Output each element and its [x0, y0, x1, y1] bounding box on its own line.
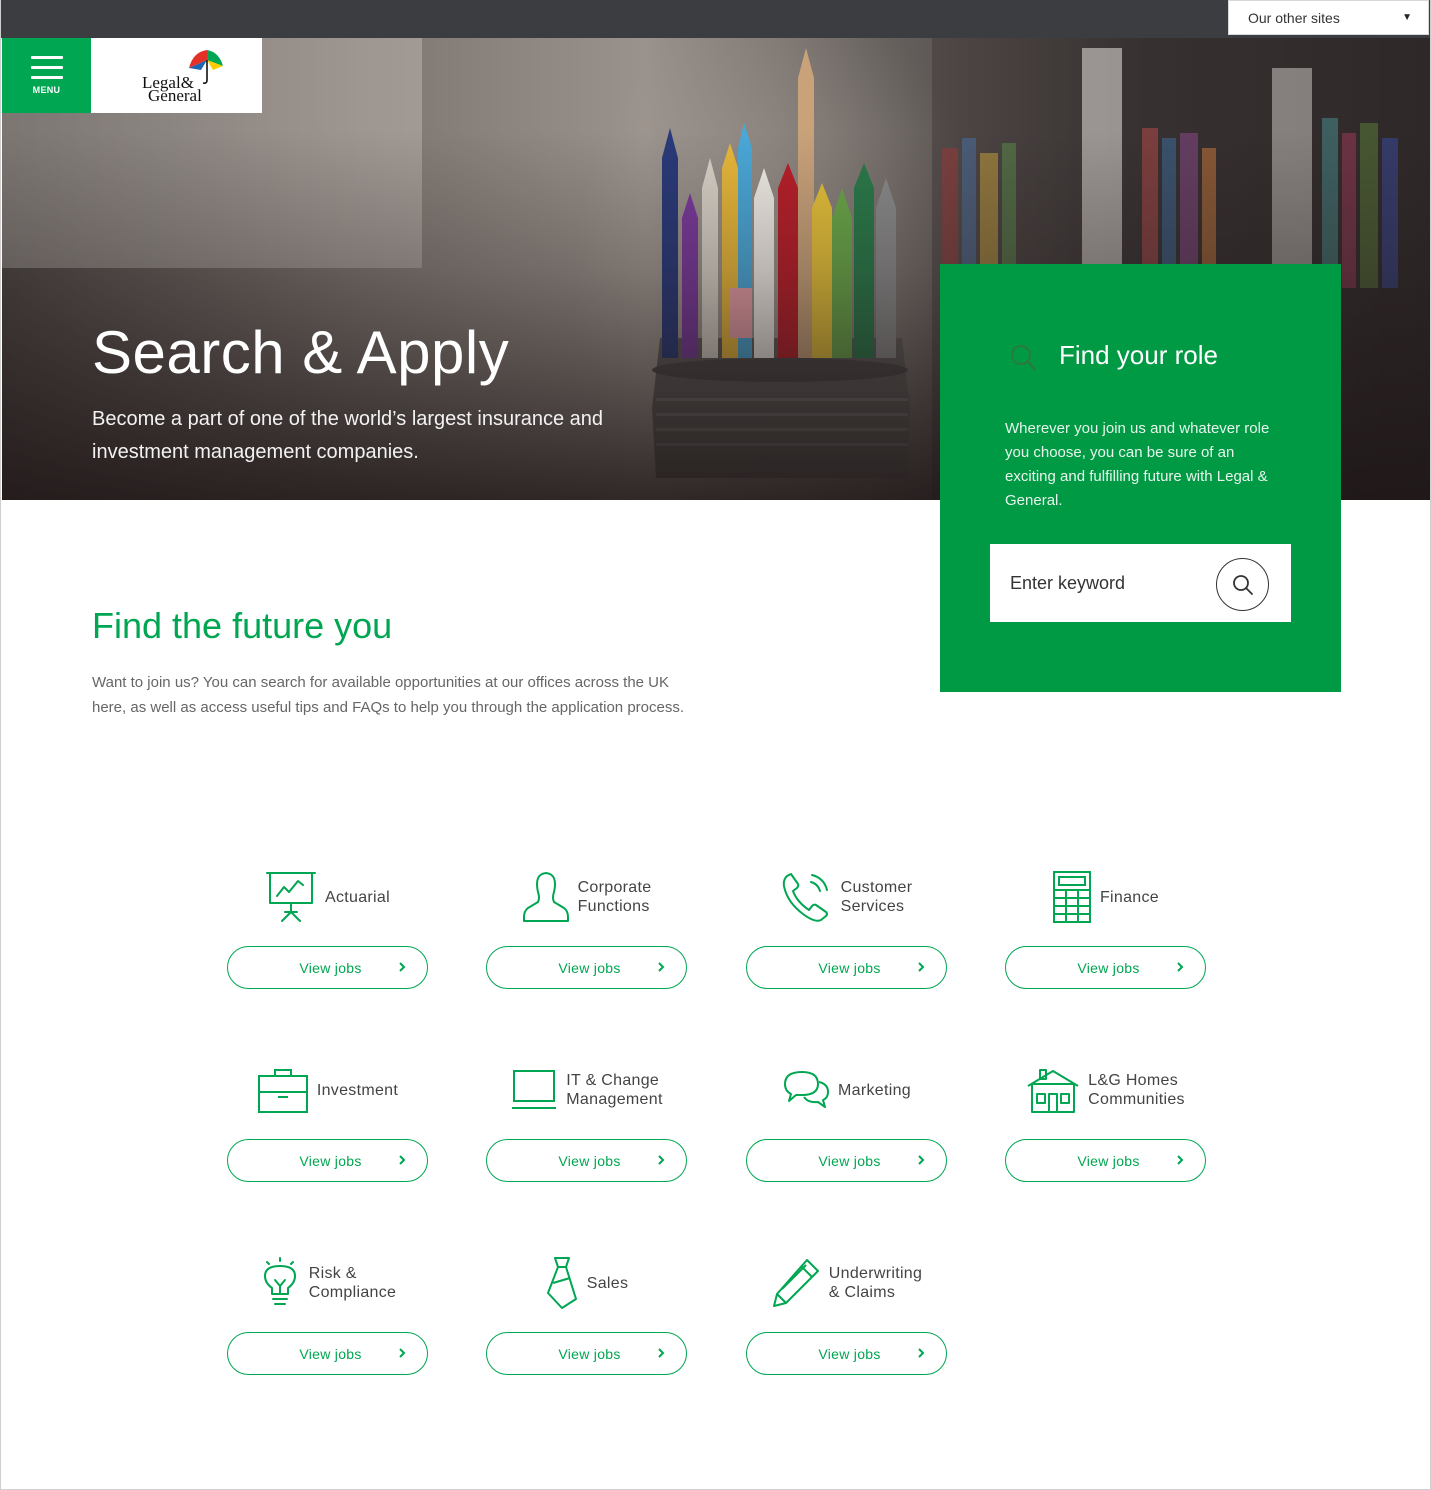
- view-jobs-button[interactable]: View jobs: [486, 1332, 687, 1375]
- chevron-right-icon: [1177, 1155, 1184, 1165]
- category-heading: Finance: [1005, 867, 1206, 927]
- view-jobs-button[interactable]: View jobs: [746, 1139, 947, 1182]
- chevron-right-icon: [918, 1348, 925, 1358]
- other-sites-dropdown[interactable]: Our other sites ▼: [1228, 0, 1429, 35]
- category-heading: Actuarial: [227, 867, 428, 927]
- chevron-down-icon: ▼: [1402, 12, 1412, 23]
- view-jobs-button[interactable]: View jobs: [486, 946, 687, 989]
- briefcase-icon: [257, 1069, 308, 1113]
- section-intro-text: Want to join us? You can search for avai…: [92, 674, 685, 716]
- calculator-icon: [1052, 871, 1091, 923]
- category-name: L&G Homes Communities: [1088, 1072, 1185, 1108]
- category-name: Finance: [1099, 888, 1160, 906]
- chevron-right-icon: [658, 962, 665, 972]
- view-jobs-button[interactable]: View jobs: [227, 1139, 428, 1182]
- view-jobs-button[interactable]: View jobs: [1005, 946, 1206, 989]
- legal-general-logo[interactable]: Legal& General: [91, 38, 262, 113]
- category-name: Underwriting & Claims: [828, 1265, 923, 1301]
- keyword-search-box: [990, 544, 1291, 622]
- view-jobs-button[interactable]: View jobs: [746, 1332, 947, 1375]
- keyword-input[interactable]: [990, 544, 1210, 622]
- category-name: Investment: [316, 1081, 399, 1099]
- presentation-chart-icon: [266, 872, 317, 922]
- find-role-title: Find your role: [1059, 340, 1218, 370]
- category-heading: IT & Change Management: [486, 1060, 687, 1120]
- category-heading: Customer Services: [746, 867, 947, 927]
- hero-title: Search & Apply: [92, 319, 510, 386]
- category-heading: Underwriting & Claims: [746, 1253, 947, 1313]
- page: Our other sites ▼ MENU Legal& General Se…: [0, 0, 1431, 1490]
- search-icon: [1011, 345, 1037, 371]
- section-title: Find the future you: [92, 605, 393, 646]
- category-name: Risk & Compliance: [308, 1265, 397, 1301]
- magnifier-icon: [1232, 574, 1253, 595]
- chevron-right-icon: [399, 1348, 406, 1358]
- find-role-description: Wherever you join us and whatever role y…: [1005, 420, 1270, 509]
- find-role-panel: Find your role Wherever you join us and …: [940, 264, 1341, 692]
- tie-icon: [546, 1257, 577, 1309]
- category-name: Actuarial: [325, 888, 390, 906]
- chevron-right-icon: [399, 962, 406, 972]
- menu-label: MENU: [32, 85, 61, 95]
- category-name: Customer Services: [840, 879, 913, 915]
- pencil-icon: [772, 1259, 819, 1307]
- chevron-right-icon: [399, 1155, 406, 1165]
- menu-button[interactable]: MENU: [2, 38, 91, 113]
- chevron-right-icon: [918, 1155, 925, 1165]
- category-heading: Corporate Functions: [486, 867, 687, 927]
- view-jobs-button[interactable]: View jobs: [486, 1139, 687, 1182]
- view-jobs-button[interactable]: View jobs: [227, 946, 428, 989]
- speech-bubbles-icon: [784, 1071, 830, 1108]
- category-name: IT & Change Management: [566, 1072, 663, 1108]
- lightbulb-icon: [263, 1257, 296, 1305]
- chevron-right-icon: [658, 1155, 665, 1165]
- category-name: Marketing: [838, 1081, 911, 1099]
- view-jobs-button[interactable]: View jobs: [227, 1332, 428, 1375]
- category-heading: Marketing: [746, 1060, 947, 1120]
- chevron-right-icon: [658, 1348, 665, 1358]
- category-heading: Sales: [486, 1253, 687, 1313]
- hamburger-icon: [30, 56, 63, 86]
- chevron-right-icon: [1177, 962, 1184, 972]
- top-bar: Our other sites ▼: [1, 0, 1430, 38]
- laptop-icon: [512, 1070, 557, 1109]
- phone-icon: [782, 873, 828, 922]
- search-button[interactable]: [1216, 558, 1269, 611]
- category-heading: Investment: [227, 1060, 428, 1120]
- category-name: Corporate Functions: [577, 879, 652, 915]
- person-icon: [522, 872, 569, 922]
- view-jobs-button[interactable]: View jobs: [1005, 1139, 1206, 1182]
- view-jobs-button[interactable]: View jobs: [746, 946, 947, 989]
- hero-subtitle: Become a part of one of the world’s larg…: [92, 408, 604, 463]
- other-sites-label: Our other sites: [1248, 9, 1340, 26]
- logo-text-general: General: [148, 86, 202, 105]
- chevron-right-icon: [918, 962, 925, 972]
- category-heading: Risk & Compliance: [227, 1253, 428, 1313]
- category-name: Sales: [586, 1274, 629, 1292]
- house-icon: [1027, 1069, 1079, 1113]
- category-heading: L&G Homes Communities: [1005, 1060, 1206, 1120]
